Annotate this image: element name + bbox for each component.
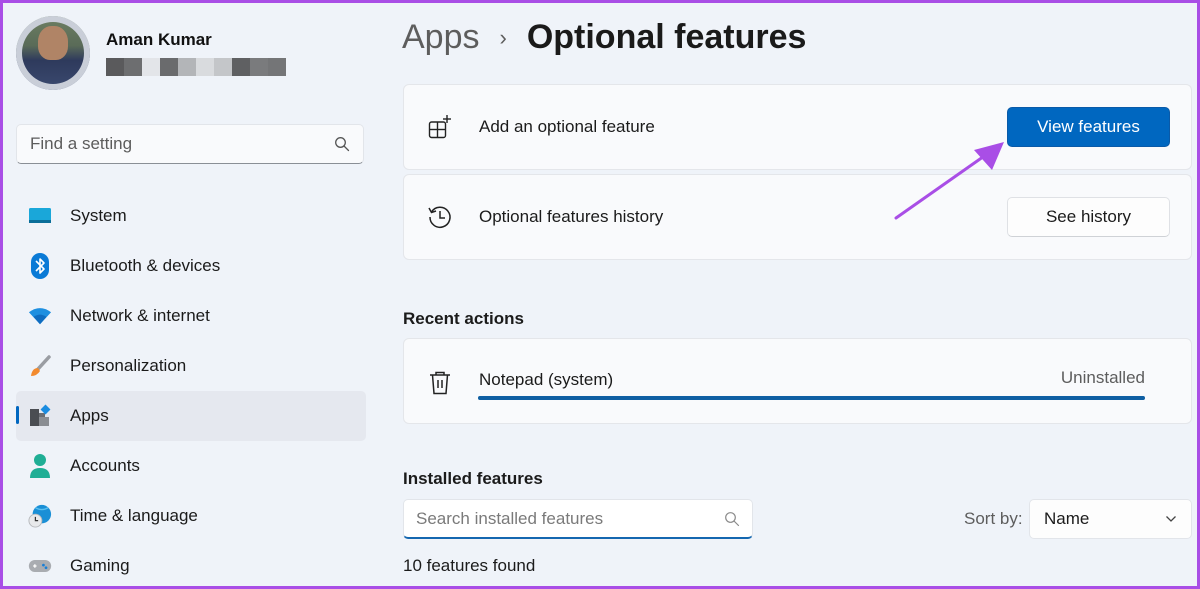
recent-item-progress-bar — [478, 396, 1145, 400]
user-profile[interactable]: Aman Kumar — [16, 16, 286, 90]
progress-fill — [478, 396, 1145, 400]
optional-features-history-card[interactable]: Optional features history See history — [403, 174, 1192, 260]
gamepad-icon — [28, 554, 52, 578]
profile-name: Aman Kumar — [106, 30, 212, 49]
sidebar-nav: System Bluetooth & devices Network & int… — [16, 191, 366, 589]
sidebar-item-personalization[interactable]: Personalization — [16, 341, 366, 391]
redaction-block — [214, 58, 232, 76]
redaction-block — [142, 58, 160, 76]
trash-icon — [426, 369, 454, 397]
redaction-block — [106, 58, 124, 76]
breadcrumb-parent-apps[interactable]: Apps — [402, 18, 480, 57]
annotation-arrow-icon — [894, 142, 1004, 220]
installed-features-heading: Installed features — [403, 469, 543, 488]
paintbrush-icon — [28, 354, 52, 378]
chevron-right-icon: › — [499, 24, 507, 50]
sidebar-item-accounts[interactable]: Accounts — [16, 441, 366, 491]
redaction-block — [160, 58, 178, 76]
search-placeholder: Find a setting — [30, 134, 133, 153]
apps-icon — [28, 404, 52, 428]
search-installed-features-input[interactable]: Search installed features — [403, 499, 753, 539]
recent-actions-heading: Recent actions — [403, 309, 524, 328]
page-title: Optional features — [526, 18, 807, 56]
redaction-block — [250, 58, 268, 76]
sidebar-item-system[interactable]: System — [16, 191, 366, 241]
system-icon — [28, 204, 52, 228]
find-setting-search[interactable]: Find a setting — [16, 124, 364, 164]
view-features-button[interactable]: View features — [1007, 107, 1170, 147]
add-optional-feature-card: Add an optional feature View features — [403, 84, 1192, 170]
sidebar: Aman Kumar Find a setting System Bluetoo… — [0, 0, 380, 589]
sidebar-item-network[interactable]: Network & internet — [16, 291, 366, 341]
redaction-block — [232, 58, 250, 76]
features-found-count: 10 features found — [403, 556, 536, 575]
search-icon[interactable] — [724, 511, 740, 527]
redaction-block — [124, 58, 142, 76]
profile-email-redacted — [106, 58, 286, 76]
sidebar-item-apps[interactable]: Apps — [16, 391, 366, 441]
recent-action-item: Notepad (system) Uninstalled — [403, 338, 1192, 424]
sidebar-item-bluetooth[interactable]: Bluetooth & devices — [16, 241, 366, 291]
search-icon[interactable] — [334, 136, 350, 152]
redaction-block — [178, 58, 196, 76]
globe-clock-icon — [28, 504, 52, 528]
avatar — [16, 16, 90, 90]
redaction-block — [268, 58, 286, 76]
search-installed-placeholder: Search installed features — [416, 508, 604, 528]
recent-item-status: Uninstalled — [1060, 368, 1145, 387]
person-icon — [28, 454, 52, 478]
see-history-button[interactable]: See history — [1007, 197, 1170, 237]
history-icon — [426, 203, 454, 231]
add-grid-icon — [426, 113, 454, 141]
sidebar-item-gaming[interactable]: Gaming — [16, 541, 366, 589]
sort-by-value: Name — [1044, 509, 1090, 528]
redaction-block — [196, 58, 214, 76]
sidebar-item-time-language[interactable]: Time & language — [16, 491, 366, 541]
chevron-down-icon — [1166, 516, 1176, 522]
breadcrumb: Apps › Optional features — [402, 18, 806, 57]
wifi-icon — [28, 304, 52, 328]
sort-by-dropdown[interactable]: Name — [1029, 499, 1192, 539]
bluetooth-icon — [28, 253, 52, 279]
sort-by-label: Sort by: — [964, 509, 1023, 528]
